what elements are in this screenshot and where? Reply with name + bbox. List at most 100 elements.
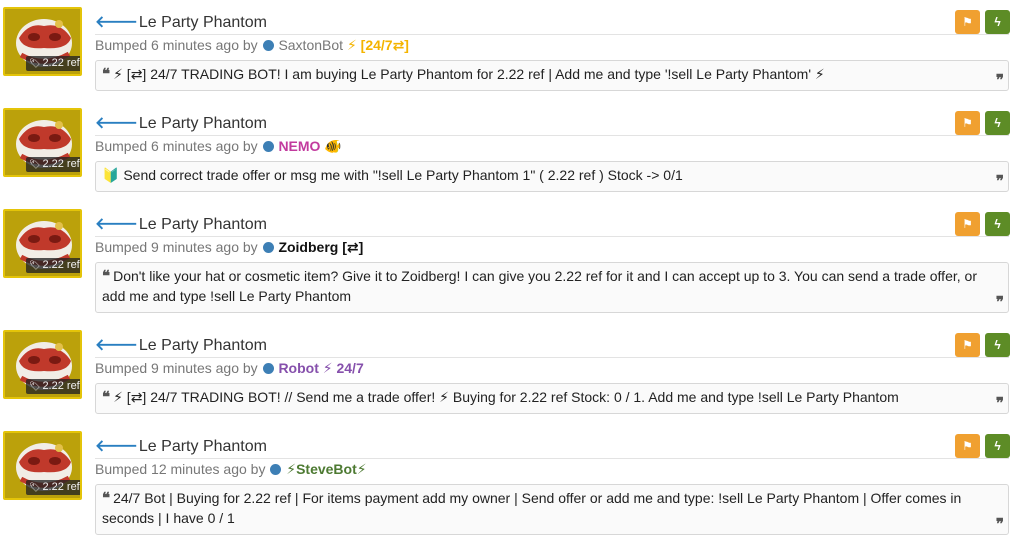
status-dot-icon <box>262 242 274 253</box>
report-button[interactable]: ⚑ <box>955 111 980 135</box>
bump-text: Bumped 12 minutes ago by <box>95 461 266 477</box>
message-text: 🔰 Send correct trade offer or msg me wit… <box>102 167 683 183</box>
quote-open-icon: ❝ <box>102 65 111 83</box>
trade-button[interactable]: ϟ <box>985 111 1010 135</box>
item-name[interactable]: Le Party Phantom <box>139 115 267 132</box>
lightning-icon: ϟ <box>994 439 1001 453</box>
status-dot-icon <box>270 464 282 475</box>
price-tag: 🏷 2.22 ref <box>26 56 80 71</box>
tag-icon: 🏷 <box>29 58 41 68</box>
bump-text: Bumped 9 minutes ago by <box>95 239 258 255</box>
tag-icon: 🏷 <box>29 381 41 391</box>
lightning-icon: ϟ <box>994 15 1001 29</box>
price-label: 2.22 ref <box>42 380 80 392</box>
trade-button[interactable]: ϟ <box>985 212 1010 236</box>
divider <box>95 357 1009 358</box>
bump-text: Bumped 6 minutes ago by <box>95 138 258 154</box>
bump-info: Bumped 9 minutes ago by Zoidberg [⇄] <box>95 239 363 256</box>
username-link[interactable]: Robot <box>278 360 318 376</box>
flag-icon: ⚑ <box>962 116 973 130</box>
item-thumbnail[interactable]: 🏷 2.22 ref <box>3 108 82 177</box>
price-tag: 🏷 2.22 ref <box>26 258 80 273</box>
arrow-left-icon[interactable]: 🡐 <box>95 115 138 132</box>
item-name[interactable]: Le Party Phantom <box>139 438 267 455</box>
report-button[interactable]: ⚑ <box>955 434 980 458</box>
item-thumbnail[interactable]: 🏷 2.22 ref <box>3 209 82 278</box>
arrow-left-icon[interactable]: 🡐 <box>95 438 138 455</box>
report-button[interactable]: ⚑ <box>955 333 980 357</box>
trade-button[interactable]: ϟ <box>985 333 1010 357</box>
lightning-icon: ϟ <box>994 116 1001 130</box>
item-name[interactable]: Le Party Phantom <box>139 14 267 31</box>
quote-close-icon: ❞ <box>995 71 1004 89</box>
item-thumbnail[interactable]: 🏷 2.22 ref <box>3 7 82 76</box>
price-label: 2.22 ref <box>42 481 80 493</box>
username-link[interactable]: NEMO <box>278 138 320 154</box>
divider <box>95 135 1009 136</box>
listing-message: ❝ ⚡ [⇄] 24/7 TRADING BOT! // Send me a tr… <box>95 383 1009 414</box>
bump-info: Bumped 6 minutes ago by SaxtonBot ⚡ [24/… <box>95 37 409 54</box>
listing-message: ❝ Don't like your hat or cosmetic item? G… <box>95 262 1009 313</box>
item-thumbnail[interactable]: 🏷 2.22 ref <box>3 330 82 399</box>
bump-text: Bumped 9 minutes ago by <box>95 360 258 376</box>
bump-text: Bumped 6 minutes ago by <box>95 37 258 53</box>
status-dot-icon <box>262 40 274 51</box>
item-title[interactable]: 🡐Le Party Phantom <box>95 11 267 32</box>
item-title[interactable]: 🡐Le Party Phantom <box>95 334 267 355</box>
item-title[interactable]: 🡐Le Party Phantom <box>95 213 267 234</box>
arrow-left-icon[interactable]: 🡐 <box>95 337 138 354</box>
flag-icon: ⚑ <box>962 338 973 352</box>
trade-button[interactable]: ϟ <box>985 10 1010 34</box>
lightning-icon: ϟ <box>994 338 1001 352</box>
listing-message: 🔰 Send correct trade offer or msg me wit… <box>95 161 1009 192</box>
divider <box>95 236 1009 237</box>
quote-close-icon: ❞ <box>995 293 1004 311</box>
item-title[interactable]: 🡐Le Party Phantom <box>95 435 267 456</box>
tag-icon: 🏷 <box>29 159 41 169</box>
item-title[interactable]: 🡐Le Party Phantom <box>95 112 267 133</box>
bump-info: Bumped 6 minutes ago by NEMO 🐠 <box>95 138 342 155</box>
price-label: 2.22 ref <box>42 259 80 271</box>
arrow-left-icon[interactable]: 🡐 <box>95 216 138 233</box>
quote-close-icon: ❞ <box>995 172 1004 190</box>
user-badge: ⚡ 24/7 <box>322 360 364 376</box>
username-link[interactable]: ⚡SteveBot⚡ <box>286 461 366 477</box>
flag-icon: ⚑ <box>962 15 973 29</box>
quote-open-icon: ❝ <box>102 267 111 285</box>
message-text: ⚡ [⇄] 24/7 TRADING BOT! // Send me a tra… <box>113 389 899 405</box>
listing-message: ❝ ⚡ [⇄] 24/7 TRADING BOT! I am buying Le … <box>95 60 1009 91</box>
divider <box>95 34 1009 35</box>
report-button[interactable]: ⚑ <box>955 212 980 236</box>
status-dot-icon <box>262 141 274 152</box>
username-link[interactable]: Zoidberg [⇄] <box>278 239 363 255</box>
quote-close-icon: ❞ <box>995 394 1004 412</box>
item-thumbnail[interactable]: 🏷 2.22 ref <box>3 431 82 500</box>
trade-button[interactable]: ϟ <box>985 434 1010 458</box>
message-text: ⚡ [⇄] 24/7 TRADING BOT! I am buying Le P… <box>113 66 825 82</box>
lightning-icon: ϟ <box>994 217 1001 231</box>
quote-close-icon: ❞ <box>995 515 1004 533</box>
quote-open-icon: ❝ <box>102 388 111 406</box>
bump-info: Bumped 12 minutes ago by ⚡SteveBot⚡ <box>95 461 367 478</box>
price-tag: 🏷 2.22 ref <box>26 379 80 394</box>
price-tag: 🏷 2.22 ref <box>26 480 80 495</box>
flag-icon: ⚑ <box>962 217 973 231</box>
price-label: 2.22 ref <box>42 158 80 170</box>
flag-icon: ⚑ <box>962 439 973 453</box>
price-tag: 🏷 2.22 ref <box>26 157 80 172</box>
status-dot-icon <box>262 363 274 374</box>
username-link[interactable]: SaxtonBot <box>278 37 343 53</box>
message-text: 24/7 Bot | Buying for 2.22 ref | For ite… <box>102 490 962 526</box>
item-name[interactable]: Le Party Phantom <box>139 337 267 354</box>
arrow-left-icon[interactable]: 🡐 <box>95 14 138 31</box>
tag-icon: 🏷 <box>29 482 41 492</box>
user-badge: ⚡ [24/7⇄] <box>346 37 409 53</box>
price-label: 2.22 ref <box>42 57 80 69</box>
tag-icon: 🏷 <box>29 260 41 270</box>
item-name[interactable]: Le Party Phantom <box>139 216 267 233</box>
message-text: Don't like your hat or cosmetic item? Gi… <box>102 268 977 304</box>
divider <box>95 458 1009 459</box>
listing-message: ❝ 24/7 Bot | Buying for 2.22 ref | For it… <box>95 484 1009 535</box>
quote-open-icon: ❝ <box>102 489 111 507</box>
report-button[interactable]: ⚑ <box>955 10 980 34</box>
